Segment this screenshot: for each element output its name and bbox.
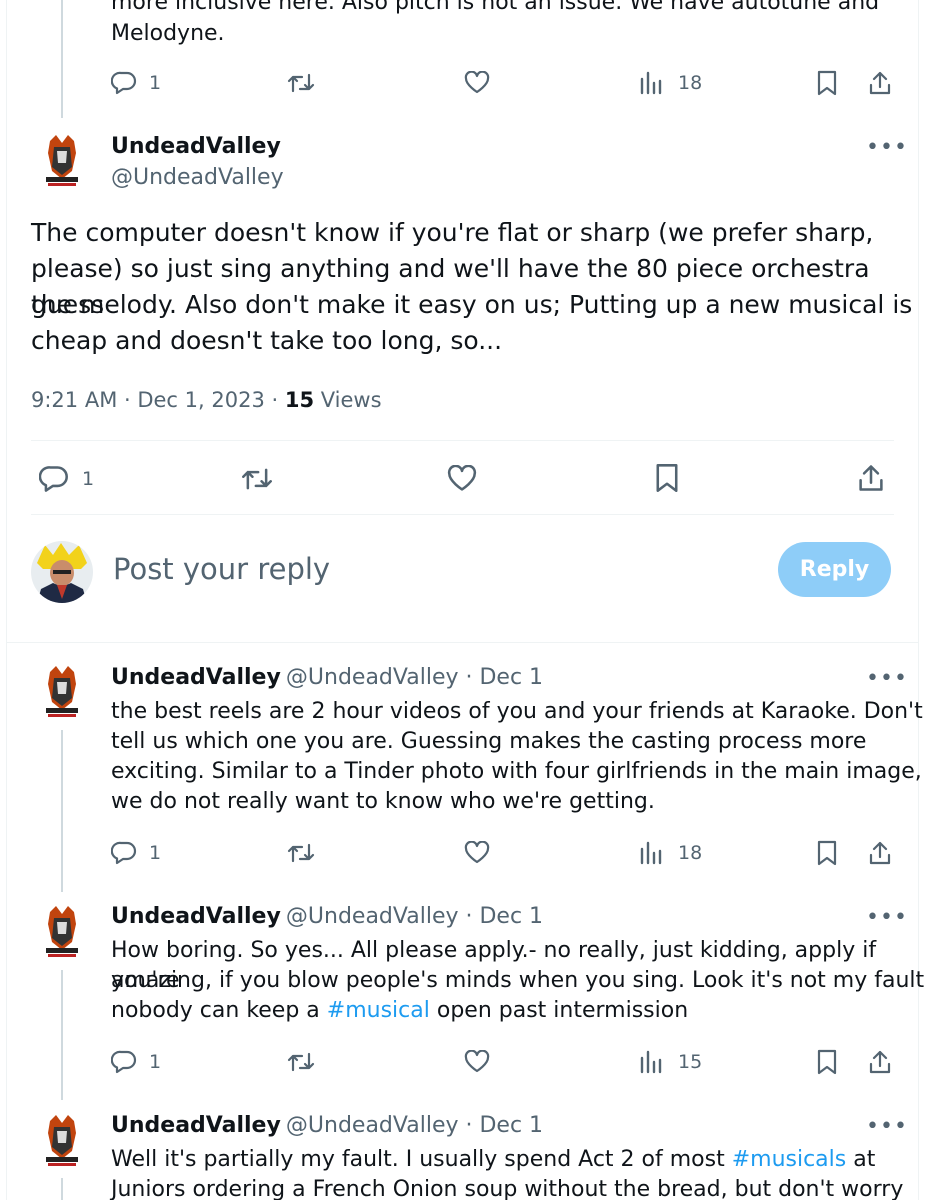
reply-icon[interactable]: [111, 71, 137, 95]
like-icon[interactable]: [464, 71, 490, 95]
reply-text-line1: the best reels are 2 hour videos of you …: [111, 699, 923, 724]
author-name[interactable]: UndeadValley: [111, 904, 281, 929]
reply-actions: 1 18: [111, 839, 896, 869]
bookmark-icon[interactable]: [816, 70, 838, 96]
reply-text-segment: Well it's partially my fault. I usually …: [111, 1147, 732, 1172]
reply-text-line3: exciting. Similar to a Tinder photo with…: [111, 759, 922, 784]
repost-icon[interactable]: [287, 71, 315, 95]
main-post-text-line3: the melody. Also don't make it easy on u…: [31, 290, 913, 319]
repost-icon[interactable]: [241, 465, 273, 493]
reply-text-line1: Well it's partially my fault. I usually …: [111, 1145, 875, 1175]
reply-count: 1: [149, 1051, 162, 1073]
author-handle-date[interactable]: @UndeadValley · Dec 1: [286, 665, 543, 690]
reply-count: 1: [149, 72, 162, 94]
reply-header: UndeadValley @UndeadValley · Dec 1: [111, 904, 543, 929]
share-icon[interactable]: [868, 70, 892, 96]
bookmark-icon[interactable]: [816, 840, 838, 866]
user-avatar[interactable]: [31, 541, 93, 603]
views-icon[interactable]: [639, 841, 663, 865]
share-icon[interactable]: [857, 463, 885, 493]
like-icon[interactable]: [447, 465, 477, 493]
reply-count: 1: [82, 468, 95, 490]
share-icon[interactable]: [868, 1049, 892, 1075]
repost-icon[interactable]: [287, 1050, 315, 1074]
reply-text-segment: nobody can keep a: [111, 998, 327, 1023]
share-icon[interactable]: [868, 840, 892, 866]
hashtag-link[interactable]: #musical: [327, 998, 430, 1023]
partial-tweet-text-line1: more inclusive here. Also pitch is not a…: [111, 0, 880, 15]
author-name[interactable]: UndeadValley: [111, 1113, 281, 1138]
reply-text-segment: open past intermission: [429, 998, 689, 1023]
reply-input[interactable]: Post your reply: [113, 552, 330, 586]
like-icon[interactable]: [464, 1050, 490, 1074]
timeline-border-right: [918, 0, 919, 1200]
reply-header: UndeadValley @UndeadValley · Dec 1: [111, 1113, 543, 1138]
undeadvalley-avatar[interactable]: [42, 904, 82, 964]
partial-tweet-text-line2: Melodyne.: [111, 21, 225, 46]
reply-icon[interactable]: [39, 465, 69, 493]
thread-line: [61, 1178, 63, 1200]
author-name[interactable]: UndeadValley: [111, 134, 281, 159]
thread-line: [61, 970, 63, 1100]
undeadvalley-avatar[interactable]: [42, 664, 82, 724]
reply-count: 1: [149, 842, 162, 864]
main-post-actions: 1: [31, 462, 894, 496]
post-views-count: 15: [284, 388, 315, 412]
thread-line: [61, 0, 63, 118]
bookmark-icon[interactable]: [654, 463, 680, 493]
partial-tweet-actions: 1 18: [111, 69, 896, 99]
post-meta: 9:21 AM · Dec 1, 2023 · 15 Views: [31, 388, 382, 412]
repost-icon[interactable]: [287, 841, 315, 865]
reply-text-line2: Juniors ordering a French Onion soup wit…: [111, 1177, 904, 1200]
divider: [31, 440, 894, 441]
timeline-border-left: [6, 0, 7, 1200]
reply-text-line4: we do not really want to know who we're …: [111, 789, 655, 814]
author-handle[interactable]: @UndeadValley: [111, 165, 284, 190]
more-options-icon[interactable]: •••: [866, 905, 908, 930]
views-icon[interactable]: [639, 71, 663, 95]
reply-text-line3: nobody can keep a #musical open past int…: [111, 996, 688, 1026]
reply-text-line2: tell us which one you are. Guessing make…: [111, 729, 867, 754]
reply-header: UndeadValley @UndeadValley · Dec 1: [111, 665, 543, 690]
views-count: 18: [678, 72, 703, 94]
reply-actions: 1 15: [111, 1048, 896, 1078]
hashtag-link[interactable]: #musicals: [732, 1147, 847, 1172]
author-handle-date[interactable]: @UndeadValley · Dec 1: [286, 904, 543, 929]
bookmark-icon[interactable]: [816, 1049, 838, 1075]
more-options-icon[interactable]: •••: [866, 1114, 908, 1139]
thread-line: [61, 730, 63, 892]
main-post-text-line4: cheap and doesn't take too long, so...: [31, 326, 503, 355]
more-options-icon[interactable]: •••: [866, 135, 908, 160]
reply-text-segment: at: [846, 1147, 876, 1172]
author-name[interactable]: UndeadValley: [111, 665, 281, 690]
author-handle-date[interactable]: @UndeadValley · Dec 1: [286, 1113, 543, 1138]
reply-text-line2: amazing, if you blow people's minds when…: [111, 968, 925, 993]
post-views-label: Views: [314, 388, 382, 412]
main-post-text-line1: The computer doesn't know if you're flat…: [31, 218, 874, 247]
undeadvalley-avatar[interactable]: [42, 133, 82, 193]
more-options-icon[interactable]: •••: [866, 666, 908, 691]
views-count: 15: [678, 1051, 703, 1073]
post-timestamp[interactable]: 9:21 AM · Dec 1, 2023 ·: [31, 388, 285, 412]
divider: [31, 514, 894, 515]
reply-button[interactable]: Reply: [778, 542, 891, 597]
views-count: 18: [678, 842, 703, 864]
divider: [7, 642, 919, 643]
reply-icon[interactable]: [111, 1050, 137, 1074]
like-icon[interactable]: [464, 841, 490, 865]
reply-icon[interactable]: [111, 841, 137, 865]
undeadvalley-avatar[interactable]: [42, 1113, 82, 1173]
views-icon[interactable]: [639, 1050, 663, 1074]
